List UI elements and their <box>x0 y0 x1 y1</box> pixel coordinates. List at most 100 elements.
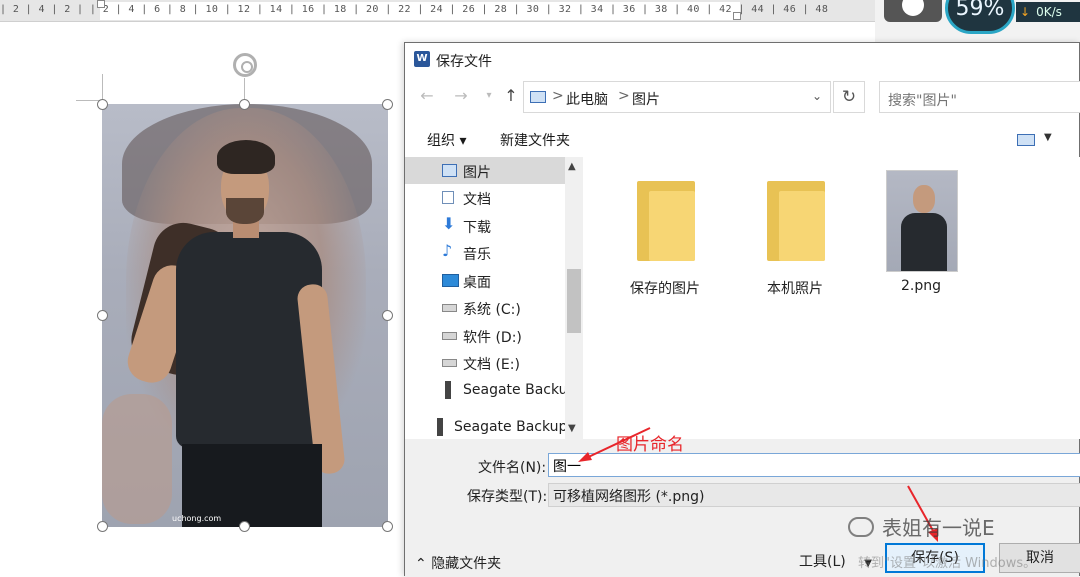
man-hair <box>217 140 275 174</box>
resize-handle-bottom-right[interactable] <box>382 521 393 532</box>
scroll-up-icon[interactable]: ▲ <box>568 161 576 172</box>
nav-item-label: 系统 (C:) <box>463 302 521 318</box>
nav-item-drive-c[interactable]: 系统 (C:) <box>405 294 565 321</box>
hide-folders-toggle[interactable]: ⌃ 隐藏文件夹 <box>415 553 501 573</box>
network-speed-value: 0K/s <box>1036 5 1062 19</box>
nav-item-pictures[interactable]: 图片 <box>405 157 565 184</box>
drive-icon <box>442 304 457 312</box>
scroll-thumb[interactable] <box>567 269 581 333</box>
refresh-icon[interactable]: ↻ <box>833 81 865 113</box>
recent-locations-chevron-icon[interactable]: ▾ <box>477 90 501 101</box>
hide-folders-label: 隐藏文件夹 <box>431 556 502 572</box>
address-bar[interactable]: > 此电脑 > 图片 ⌄ <box>523 81 831 113</box>
breadcrumb-separator: > <box>552 88 564 104</box>
filetype-label: 保存类型(T): <box>467 489 548 505</box>
resize-handle-top-right[interactable] <box>382 99 393 110</box>
rotate-handle-icon[interactable] <box>233 53 257 77</box>
folder-item[interactable]: 保存的图片 <box>615 167 715 307</box>
speed-widget-button[interactable] <box>884 0 942 22</box>
command-toolbar: 组织 ▾ 新建文件夹 ▼ <box>405 121 1079 157</box>
filename-label: 文件名(N): <box>478 460 547 476</box>
guide-line <box>102 74 103 100</box>
image-thumbnail <box>886 170 958 272</box>
man-body <box>176 232 322 448</box>
up-arrow-icon[interactable]: ↑ <box>499 86 523 105</box>
resize-handle-left[interactable] <box>97 310 108 321</box>
address-dropdown-chevron-icon[interactable]: ⌄ <box>812 89 822 103</box>
file-name: 保存的图片 <box>630 281 700 297</box>
forward-arrow-icon[interactable]: → <box>449 86 473 105</box>
organize-menu[interactable]: 组织 ▾ <box>427 130 466 150</box>
drive-icon <box>442 359 457 367</box>
wechat-icon <box>848 517 874 537</box>
pictures-icon <box>442 164 457 177</box>
watermark: 表姐有一说E <box>848 512 995 541</box>
nav-item-desktop[interactable]: 桌面 <box>405 267 565 294</box>
selected-picture[interactable]: uchong.com <box>102 104 388 527</box>
nav-scrollbar[interactable]: ▲ ▼ <box>565 157 583 439</box>
nav-item-documents[interactable]: 文档 <box>405 184 565 211</box>
ruler: | 2 | 4 | 2 | | 2 | 4 | 6 | 8 | 10 | 12 … <box>0 0 875 22</box>
nav-item-label: Seagate Backup <box>454 419 568 435</box>
nav-item-label: 桌面 <box>463 275 491 291</box>
resize-handle-bottom[interactable] <box>239 521 250 532</box>
folder-icon <box>767 181 825 261</box>
folder-item[interactable]: 本机照片 <box>745 167 845 307</box>
resize-handle-top-left[interactable] <box>97 99 108 110</box>
back-arrow-icon[interactable]: ← <box>415 86 439 105</box>
external-drive-icon <box>437 418 443 436</box>
image-file-item[interactable]: 2.png <box>871 167 971 307</box>
navigation-bar: ← → ▾ ↑ > 此电脑 > 图片 ⌄ ↻ <box>405 77 1080 115</box>
tools-label: 工具(L) <box>799 554 846 570</box>
view-dropdown-chevron-icon[interactable]: ▼ <box>1044 132 1052 143</box>
breadcrumb-pictures[interactable]: 图片 <box>632 89 660 109</box>
breadcrumb-separator: > <box>618 88 630 104</box>
nav-item-label: 文档 <box>463 192 491 208</box>
annotation-arrow <box>578 427 651 462</box>
nav-item-seagate-backup-2[interactable]: Seagate Backup <box>405 414 568 439</box>
ruler-right-indent-marker[interactable] <box>733 12 741 20</box>
dialog-title: 保存文件 <box>436 54 492 70</box>
man-beard <box>226 198 264 224</box>
download-icon: ⬇ <box>442 214 456 233</box>
nav-item-seagate-backup[interactable]: Seagate Backup <box>405 377 576 404</box>
change-view-icon[interactable] <box>1017 134 1035 146</box>
navigation-pane: 图片 文档 ⬇ 下载 ♪ 音乐 桌面 系统 (C:) 软件 (D:) 文档 (E… <box>405 157 585 439</box>
documents-icon <box>442 191 454 204</box>
nav-item-music[interactable]: ♪ 音乐 <box>405 239 565 266</box>
this-pc-icon <box>530 91 546 103</box>
photo-credit: uchong.com <box>172 514 222 523</box>
external-drive-icon <box>445 381 451 399</box>
filetype-select[interactable]: 可移植网络图形 (*.png) <box>548 483 1080 507</box>
nav-item-drive-e[interactable]: 文档 (E:) <box>405 349 565 376</box>
search-input[interactable] <box>879 81 1080 113</box>
nav-item-label: 软件 (D:) <box>463 330 522 346</box>
nav-item-label: Seagate Backup <box>463 382 577 398</box>
breadcrumb-this-pc[interactable]: 此电脑 <box>566 89 608 109</box>
desktop-icon <box>442 274 459 287</box>
activate-windows-notice: 转到"设置"以激活 Windows。 <box>858 556 1037 571</box>
network-speed: ↓ 0K/s <box>1016 2 1080 22</box>
nav-item-label: 下载 <box>463 220 491 236</box>
resize-handle-top[interactable] <box>239 99 250 110</box>
new-folder-button[interactable]: 新建文件夹 <box>500 130 570 150</box>
resize-handle-bottom-left[interactable] <box>97 521 108 532</box>
nav-item-downloads[interactable]: ⬇ 下载 <box>405 212 565 239</box>
background-hand <box>102 394 172 524</box>
dialog-titlebar[interactable]: W 保存文件 <box>405 43 1079 75</box>
nav-item-drive-d[interactable]: 软件 (D:) <box>405 322 565 349</box>
nav-item-label: 音乐 <box>463 247 491 263</box>
watermark-text: 表姐有一说E <box>882 516 995 540</box>
resize-handle-right[interactable] <box>382 310 393 321</box>
music-icon: ♪ <box>442 241 453 260</box>
file-name: 本机照片 <box>767 281 823 297</box>
nav-item-label: 图片 <box>463 165 491 181</box>
file-name: 2.png <box>900 278 941 294</box>
save-file-dialog: W 保存文件 ← → ▾ ↑ > 此电脑 > 图片 ⌄ ↻ 组织 ▾ 新建文件夹… <box>404 42 1080 577</box>
chevron-up-icon: ⌃ <box>415 556 427 572</box>
ruler-left-indent-marker[interactable] <box>97 0 105 8</box>
word-app-icon: W <box>414 51 430 67</box>
drive-icon <box>442 332 457 340</box>
folder-icon <box>637 181 695 261</box>
ruler-ticks: | 2 | 4 | 2 | | 2 | 4 | 6 | 8 | 10 | 12 … <box>0 4 829 15</box>
